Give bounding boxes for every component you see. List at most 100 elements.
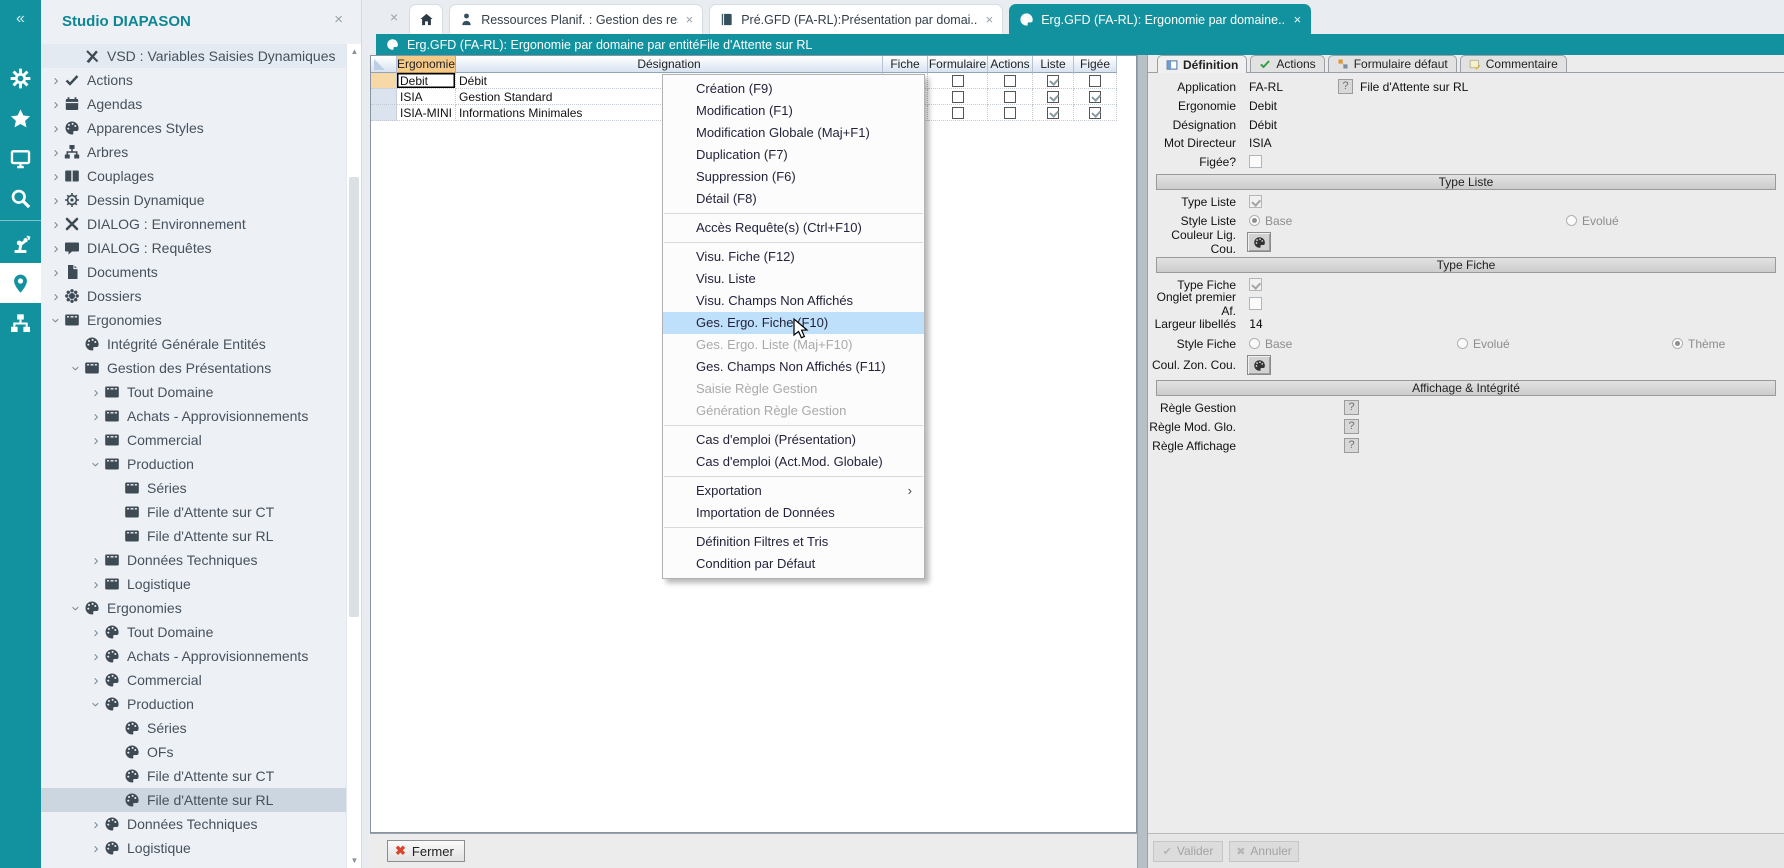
cell-checkbox[interactable] (988, 73, 1033, 89)
menu-item[interactable]: Visu. Fiche (F12) (663, 246, 924, 268)
menu-item[interactable]: Accès Requête(s) (Ctrl+F10) (663, 217, 924, 239)
rail-item-star[interactable] (0, 98, 41, 138)
column-header[interactable]: Formulaire (928, 56, 988, 73)
largeur-value[interactable]: 14 (1249, 317, 1263, 331)
tree-item[interactable]: › Commercial (41, 428, 346, 452)
tree-item[interactable]: › Achats - Approvisionnements (41, 644, 346, 668)
menu-item[interactable]: Modification Globale (Maj+F1) (663, 122, 924, 144)
chevron-closed-icon[interactable]: › (88, 672, 104, 689)
chevron-closed-icon[interactable]: › (48, 264, 64, 281)
checkbox-icon[interactable] (1047, 90, 1059, 103)
chevron-closed-icon[interactable]: › (88, 624, 104, 641)
chevron-closed-icon[interactable]: › (48, 192, 64, 209)
row-selector[interactable] (371, 89, 397, 105)
tree-item[interactable]: Intégrité Générale Entités (41, 332, 346, 356)
rail-item-org-tree[interactable] (0, 303, 41, 343)
tree-item[interactable]: › Couplages (41, 164, 346, 188)
radio-style-fiche-base[interactable]: Base (1249, 337, 1292, 351)
type-fiche-checkbox[interactable] (1249, 278, 1262, 291)
menu-item[interactable]: Définition Filtres et Tris (663, 531, 924, 553)
radio-style-liste-evolue[interactable]: Evolué (1566, 214, 1619, 228)
collapse-sidebar-icon[interactable]: « (0, 0, 41, 34)
cell-checkbox[interactable] (1074, 105, 1117, 121)
radio-style-liste-base[interactable]: Base (1249, 214, 1292, 228)
scroll-down-icon[interactable]: ▼ (347, 856, 362, 865)
panel-splitter[interactable] (1137, 55, 1148, 868)
regle-mod-glo-help-button[interactable]: ? (1344, 419, 1359, 434)
column-header[interactable]: Liste (1033, 56, 1074, 73)
menu-item[interactable]: Détail (F8) (663, 188, 924, 210)
tree-item[interactable]: › Logistique (41, 572, 346, 596)
menu-item[interactable]: Visu. Champs Non Affichés (663, 290, 924, 312)
menu-item[interactable]: Importation de Données (663, 502, 924, 524)
chevron-closed-icon[interactable]: › (48, 240, 64, 257)
application-help-button[interactable]: ? (1338, 79, 1353, 94)
tree-item[interactable]: File d'Attente sur CT (41, 764, 346, 788)
checkbox-icon[interactable] (951, 90, 964, 103)
tree-item[interactable]: › Tout Domaine (41, 380, 346, 404)
chevron-open-icon[interactable]: › (68, 600, 85, 616)
checkbox-icon[interactable] (1004, 106, 1016, 119)
scroll-up-icon[interactable]: ▲ (347, 47, 362, 56)
column-header[interactable]: Fiche (883, 56, 928, 73)
coul-zon-button[interactable] (1247, 355, 1271, 375)
close-icon[interactable]: × (334, 11, 343, 28)
tree-item[interactable]: › Arbres (41, 140, 346, 164)
fermer-button[interactable]: ✖ Fermer (387, 840, 465, 862)
annuler-button[interactable]: ✖ Annuler (1229, 840, 1299, 862)
chevron-closed-icon[interactable]: › (48, 168, 64, 185)
tree-item[interactable]: › Documents (41, 260, 346, 284)
tab-document-2[interactable]: Pré.GFD (FA-RL):Présentation par domai..… (709, 4, 1004, 34)
type-liste-checkbox[interactable] (1249, 195, 1262, 208)
column-header[interactable]: Ergonomie (397, 56, 456, 73)
select-all-corner[interactable] (371, 56, 397, 73)
radio-style-fiche-theme[interactable]: Thème (1672, 337, 1725, 351)
chevron-closed-icon[interactable]: › (88, 648, 104, 665)
checkbox-icon[interactable] (951, 106, 964, 119)
tree-item[interactable]: › Apparences Styles (41, 116, 346, 140)
tree-item[interactable]: › Dossiers (41, 284, 346, 308)
radio-style-fiche-evolue[interactable]: Evolué (1457, 337, 1510, 351)
tree-item[interactable]: OFs (41, 740, 346, 764)
tree-item[interactable]: › Ergonomies (41, 308, 346, 332)
chevron-closed-icon[interactable]: › (88, 552, 104, 569)
tree-item[interactable]: › Agendas (41, 92, 346, 116)
chevron-closed-icon[interactable]: › (48, 216, 64, 233)
chevron-open-icon[interactable]: › (68, 360, 85, 376)
chevron-closed-icon[interactable]: › (48, 120, 64, 137)
figee-checkbox[interactable] (1249, 155, 1262, 168)
tabbar-close-icon[interactable]: × (390, 9, 398, 25)
chevron-closed-icon[interactable]: › (88, 432, 104, 449)
tab-home[interactable] (409, 4, 444, 34)
cell-ergonomie[interactable]: ISIA-MINI (397, 105, 456, 121)
chevron-closed-icon[interactable]: › (88, 384, 104, 401)
tab-document-1[interactable]: Ressources Planif. : Gestion des ressour… (449, 4, 704, 34)
close-icon[interactable]: × (686, 12, 694, 27)
tab-actions[interactable]: Actions (1250, 55, 1325, 72)
tree-item[interactable]: › DIALOG : Environnement (41, 212, 346, 236)
chevron-open-icon[interactable]: › (88, 456, 105, 472)
tree-item[interactable]: › Tout Domaine (41, 620, 346, 644)
chevron-closed-icon[interactable]: › (48, 288, 64, 305)
menu-item[interactable]: Modification (F1) (663, 100, 924, 122)
onglet-checkbox[interactable] (1249, 297, 1262, 310)
menu-item[interactable]: Visu. Liste (663, 268, 924, 290)
checkbox-icon[interactable] (1004, 90, 1016, 103)
tree-item[interactable]: Séries (41, 476, 346, 500)
tree-item[interactable]: › Commercial (41, 668, 346, 692)
chevron-closed-icon[interactable]: › (88, 816, 104, 833)
chevron-closed-icon[interactable]: › (88, 840, 104, 857)
cell-checkbox[interactable] (988, 105, 1033, 121)
scrollbar-thumb[interactable] (349, 177, 359, 617)
chevron-closed-icon[interactable]: › (48, 72, 64, 89)
column-header[interactable]: Désignation (456, 56, 883, 73)
cell-ergonomie[interactable]: ISIA (397, 89, 456, 105)
chevron-open-icon[interactable]: › (88, 696, 105, 712)
tab-document-3[interactable]: Erg.GFD (FA-RL): Ergonomie par domaine..… (1009, 4, 1312, 34)
menu-item[interactable]: Cas d'emploi (Act.Mod. Globale) (663, 451, 924, 473)
cell-checkbox[interactable] (928, 73, 988, 89)
tree-item[interactable]: › Données Techniques (41, 548, 346, 572)
menu-item[interactable]: Condition par Défaut (663, 553, 924, 575)
tree-item[interactable]: › Dessin Dynamique (41, 188, 346, 212)
rail-item-monitor[interactable] (0, 138, 41, 178)
